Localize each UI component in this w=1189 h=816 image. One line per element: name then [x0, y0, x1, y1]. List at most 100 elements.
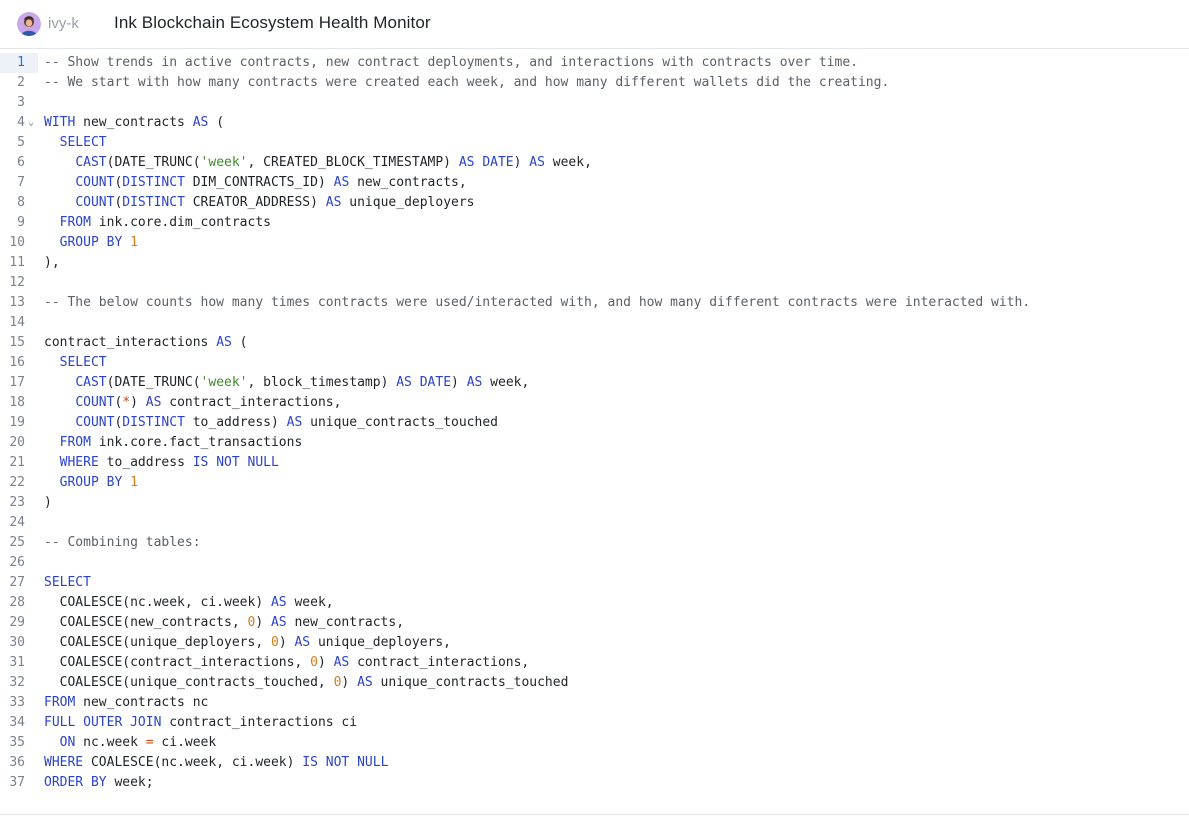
code-line[interactable]: 4 ⌄ WITH new_contracts AS (	[0, 113, 1189, 133]
code-text: COALESCE(nc.week, ci.week) AS week,	[44, 593, 334, 613]
code-text: -- The below counts how many times contr…	[44, 293, 1030, 313]
code-token: COALESCE(unique_deployers,	[44, 635, 271, 650]
code-text: WHERE COALESCE(nc.week, ci.week) IS NOT …	[44, 753, 388, 773]
code-line[interactable]: 11),	[0, 253, 1189, 273]
line-number: 3	[17, 95, 25, 110]
code-line[interactable]: 2 -- We start with how many contracts wer…	[0, 73, 1189, 93]
code-line[interactable]: 28 COALESCE(nc.week, ci.week) AS week,	[0, 593, 1189, 613]
code-token: DIM_CONTRACTS_ID)	[184, 175, 334, 190]
code-line[interactable]: 20 FROM ink.core.fact_transactions	[0, 433, 1189, 453]
code-line[interactable]: 14	[0, 313, 1189, 333]
code-line[interactable]: 15 contract_interactions AS (	[0, 333, 1189, 353]
code-token: -- The below counts how many times contr…	[44, 295, 1031, 310]
code-token: DISTINCT	[122, 195, 185, 210]
line-number: 36	[9, 755, 25, 770]
line-number: 32	[9, 675, 25, 690]
code-line[interactable]: 31 COALESCE(contract_interactions, 0) AS…	[0, 653, 1189, 673]
line-number: 29	[9, 615, 25, 630]
code-token: to_address	[98, 455, 193, 470]
code-line[interactable]: 12	[0, 273, 1189, 293]
code-line[interactable]: 5 SELECT	[0, 133, 1189, 153]
code-token: AS	[286, 415, 303, 430]
line-number: 8	[17, 195, 25, 210]
code-token: AS	[270, 615, 287, 630]
code-token: AS	[192, 115, 209, 130]
line-number: 12	[9, 275, 25, 290]
code-line[interactable]: 24	[0, 513, 1189, 533]
code-token: WHERE	[44, 755, 84, 770]
line-number: 35	[9, 735, 25, 750]
code-token: 1	[130, 475, 138, 490]
code-line[interactable]: 16 SELECT	[0, 353, 1189, 373]
code-line[interactable]: 7 COUNT(DISTINCT DIM_CONTRACTS_ID) AS ne…	[0, 173, 1189, 193]
code-text: GROUP BY 1	[44, 233, 138, 253]
code-line[interactable]: 19 COUNT(DISTINCT to_address) AS unique_…	[0, 413, 1189, 433]
sql-code-editor[interactable]: 1 -- Show trends in active contracts, new…	[0, 53, 1189, 798]
code-text: WITH new_contracts AS (	[44, 113, 224, 133]
code-token: )	[513, 155, 530, 170]
code-token: AS	[325, 195, 342, 210]
code-text: CAST(DATE_TRUNC('week', block_timestamp)…	[44, 373, 529, 393]
code-line[interactable]: 1 -- Show trends in active contracts, new…	[0, 53, 1189, 73]
code-token: COALESCE(nc.week, ci.week)	[44, 595, 271, 610]
code-line[interactable]: 18 COUNT(*) AS contract_interactions,	[0, 393, 1189, 413]
code-token: AS	[294, 635, 311, 650]
code-token: ink.core.dim_contracts	[90, 215, 271, 230]
code-line[interactable]: 8 COUNT(DISTINCT CREATOR_ADDRESS) AS uni…	[0, 193, 1189, 213]
code-line[interactable]: 21 WHERE to_address IS NOT NULL	[0, 453, 1189, 473]
code-line[interactable]: 6 CAST(DATE_TRUNC('week', CREATED_BLOCK_…	[0, 153, 1189, 173]
code-text: SELECT	[44, 353, 107, 373]
line-number: 19	[9, 415, 25, 430]
code-line[interactable]: 35 ON nc.week = ci.week	[0, 733, 1189, 753]
code-line[interactable]: 34 FULL OUTER JOIN contract_interactions …	[0, 713, 1189, 733]
code-text: SELECT	[44, 573, 91, 593]
code-line[interactable]: 29 COALESCE(new_contracts, 0) AS new_con…	[0, 613, 1189, 633]
line-number: 26	[9, 555, 25, 570]
code-token: COUNT	[75, 195, 115, 210]
line-number: 27	[9, 575, 25, 590]
code-token: ORDER BY	[44, 775, 107, 790]
code-text: ),	[44, 253, 60, 273]
code-text: COUNT(DISTINCT to_address) AS unique_con…	[44, 413, 498, 433]
code-token: =	[145, 735, 154, 750]
code-line[interactable]: 33 FROM new_contracts nc	[0, 693, 1189, 713]
code-line[interactable]: 10 GROUP BY 1	[0, 233, 1189, 253]
fold-chevron-icon[interactable]: ⌄	[28, 113, 34, 133]
code-token: -- Show trends in active contracts, new …	[44, 55, 858, 70]
code-line[interactable]: 37 ORDER BY week;	[0, 773, 1189, 793]
code-text: COUNT(DISTINCT DIM_CONTRACTS_ID) AS new_…	[44, 173, 466, 193]
code-line[interactable]: 26	[0, 553, 1189, 573]
line-number: 14	[9, 315, 25, 330]
user-avatar-icon[interactable]	[17, 12, 41, 36]
code-token: SELECT	[59, 355, 107, 370]
code-text: -- We start with how many contracts were…	[44, 73, 889, 93]
code-line[interactable]: 36 WHERE COALESCE(nc.week, ci.week) IS NO…	[0, 753, 1189, 773]
line-number: 16	[9, 355, 25, 370]
code-line[interactable]: 32 COALESCE(unique_contracts_touched, 0)…	[0, 673, 1189, 693]
code-line[interactable]: 25 -- Combining tables:	[0, 533, 1189, 553]
code-text: ORDER BY week;	[44, 773, 154, 793]
code-token: week;	[106, 775, 154, 790]
code-text: -- Combining tables:	[44, 533, 201, 553]
username[interactable]: ivy-k	[48, 15, 79, 32]
code-line[interactable]: 27 SELECT	[0, 573, 1189, 593]
code-line[interactable]: 17 CAST(DATE_TRUNC('week', block_timesta…	[0, 373, 1189, 393]
code-text: COALESCE(unique_deployers, 0) AS unique_…	[44, 633, 451, 653]
code-token: FROM	[44, 695, 76, 710]
code-line[interactable]: 22 GROUP BY 1	[0, 473, 1189, 493]
code-token: GROUP BY	[59, 475, 123, 490]
code-line[interactable]: 23)	[0, 493, 1189, 513]
code-line[interactable]: 13 -- The below counts how many times con…	[0, 293, 1189, 313]
code-token: GROUP BY	[59, 235, 123, 250]
code-line[interactable]: 9 FROM ink.core.dim_contracts	[0, 213, 1189, 233]
code-token: 'week'	[200, 375, 248, 390]
code-token: COUNT	[75, 395, 115, 410]
code-line[interactable]: 30 COALESCE(unique_deployers, 0) AS uniq…	[0, 633, 1189, 653]
code-line[interactable]: 3	[0, 93, 1189, 113]
code-token: )	[451, 375, 467, 390]
